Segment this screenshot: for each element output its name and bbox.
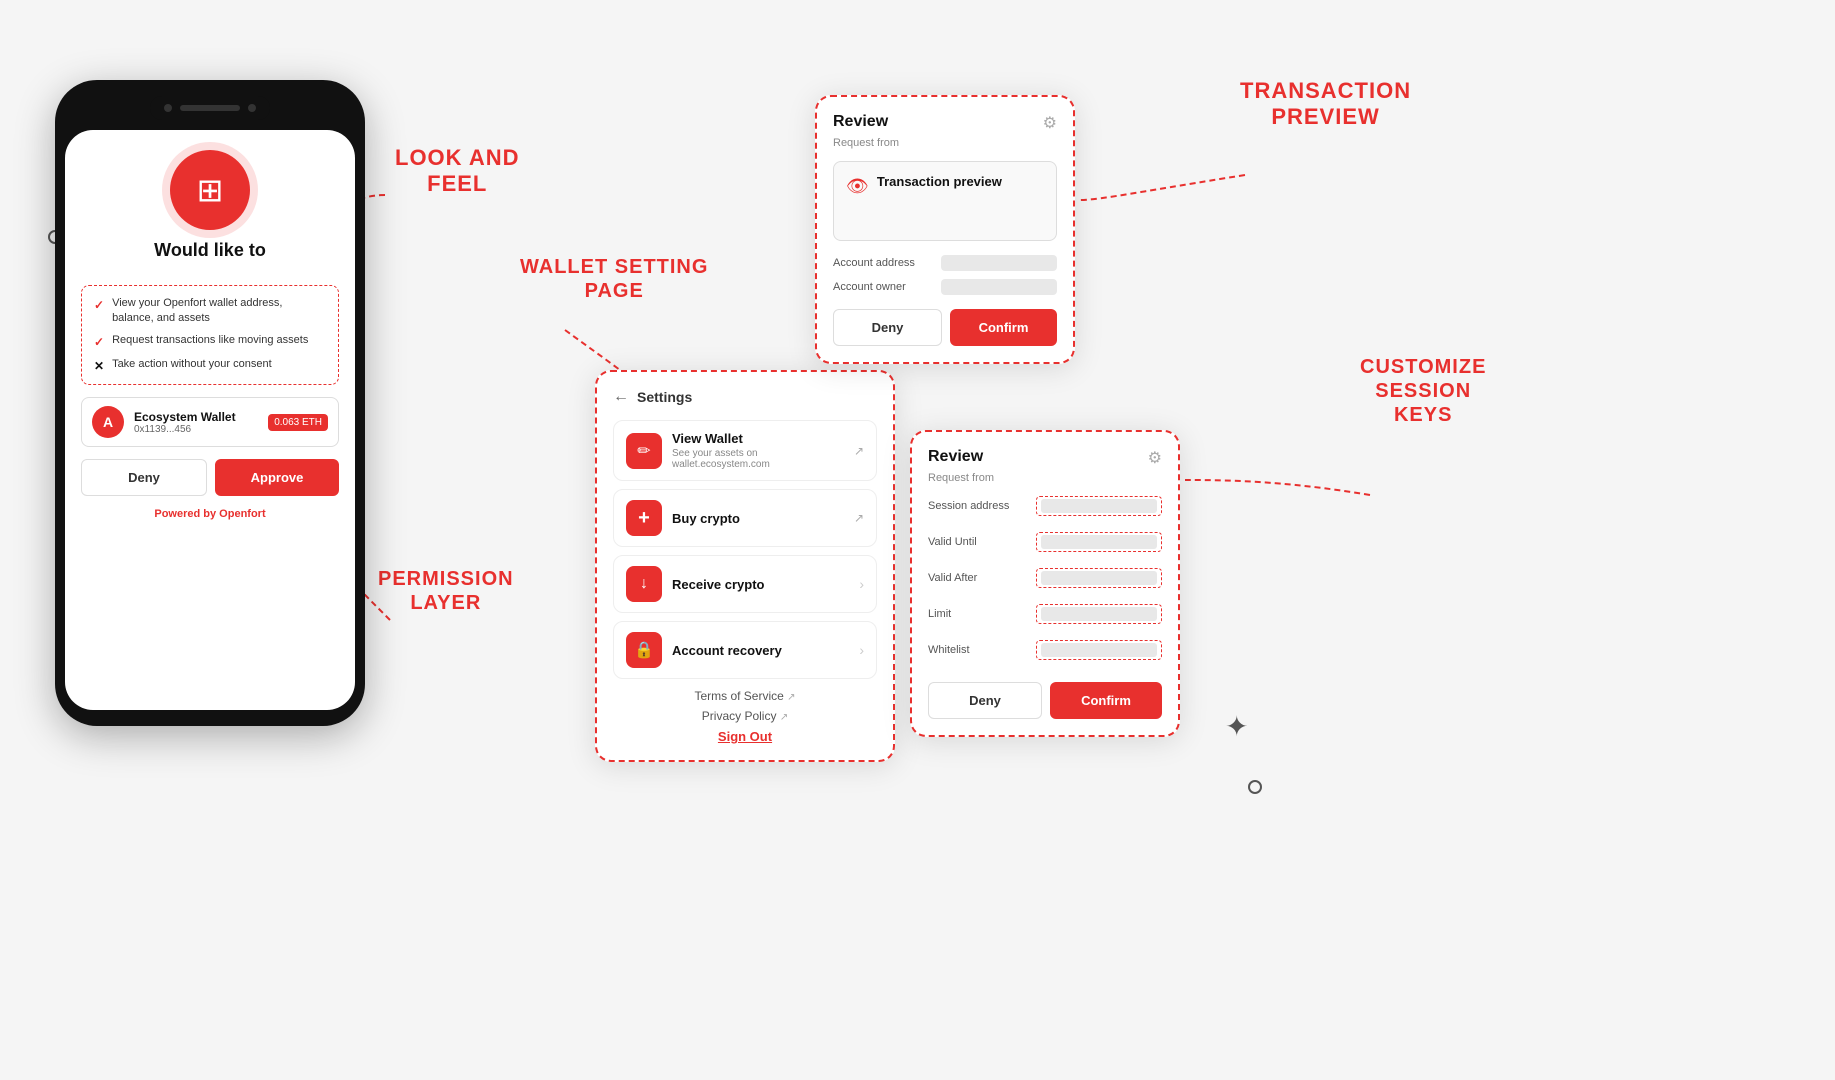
perm-item-1: ✓ View your Openfort wallet address, bal… <box>94 296 326 327</box>
tx-panel-sub: Request from <box>833 137 1057 149</box>
tx-field-value-2 <box>941 279 1057 295</box>
deco-circle-bottom-right <box>1248 780 1262 794</box>
sk-panel-sub: Request from <box>928 472 1162 484</box>
tx-panel-title: Review <box>833 113 888 131</box>
app-logo-circle: ⊞ <box>170 150 250 230</box>
phone-notch <box>150 96 270 120</box>
wallet-info: Ecosystem Wallet 0x1139...456 <box>134 410 258 435</box>
sk-field-label-5: Whitelist <box>928 644 1028 656</box>
tx-field-account-owner: Account owner <box>833 279 1057 295</box>
tx-field-value-1 <box>941 255 1057 271</box>
ws-label-view-wallet: View Wallet <box>672 431 844 446</box>
openfort-brand: Openfort <box>219 508 265 520</box>
tx-preview-content-box: 👁 Transaction preview <box>833 161 1057 241</box>
wallet-avatar: A <box>92 406 124 438</box>
ws-links-section: Terms of Service ↗ Privacy Policy ↗ Sign… <box>613 689 877 744</box>
app-logo-area: ⊞ Would like to <box>81 150 339 271</box>
tx-button-row: Deny Confirm <box>833 309 1057 346</box>
permission-title: Would like to <box>154 240 266 261</box>
sk-button-row: Deny Confirm <box>928 682 1162 719</box>
sk-field-whitelist: Whitelist <box>928 640 1162 660</box>
ws-item-buy-crypto[interactable]: + Buy crypto ↗ <box>613 489 877 547</box>
ws-back-arrow[interactable]: ← <box>613 388 629 406</box>
sk-field-label-3: Valid After <box>928 572 1028 584</box>
ws-item-view-wallet[interactable]: ✏ View Wallet See your assets on wallet.… <box>613 420 877 481</box>
wallet-name: Ecosystem Wallet <box>134 410 258 424</box>
ws-icon-view-wallet: ✏ <box>626 433 662 469</box>
ws-item-receive-crypto[interactable]: ↓ Receive crypto › <box>613 555 877 613</box>
perm-text-2: Request transactions like moving assets <box>112 333 308 348</box>
x-icon-3: ✕ <box>94 358 104 375</box>
tx-confirm-button[interactable]: Confirm <box>950 309 1057 346</box>
session-keys-panel: Review ⚙ Request from Session address Va… <box>910 430 1180 737</box>
sk-field-valid-after: Valid After <box>928 568 1162 588</box>
ws-item-account-recovery[interactable]: 🔒 Account recovery › <box>613 621 877 679</box>
tx-field-account-address: Account address <box>833 255 1057 271</box>
phone-screen: ⊞ Would like to ✓ View your Openfort wal… <box>65 130 355 710</box>
sk-field-label-1: Session address <box>928 500 1028 512</box>
sk-deny-button[interactable]: Deny <box>928 682 1042 719</box>
tx-preview-label: Transaction preview <box>877 174 1002 189</box>
label-look-and-feel: LOOK ANDFEEL <box>395 145 520 198</box>
sk-field-label-2: Valid Until <box>928 536 1028 548</box>
ws-sign-out-button[interactable]: Sign Out <box>613 729 877 744</box>
sk-confirm-button[interactable]: Confirm <box>1050 682 1162 719</box>
tx-eye-icon: 👁 <box>846 176 869 197</box>
wallet-balance-badge: 0.063 ETH <box>268 414 328 431</box>
permissions-box: ✓ View your Openfort wallet address, bal… <box>81 285 339 385</box>
ws-label-buy-crypto: Buy crypto <box>672 511 844 526</box>
perm-item-3: ✕ Take action without your consent <box>94 357 326 375</box>
ws-sub-view-wallet: See your assets on wallet.ecosystem.com <box>672 448 844 470</box>
ws-header: ← Settings <box>613 388 877 406</box>
ws-icon-buy-crypto: + <box>626 500 662 536</box>
wallet-address: 0x1139...456 <box>134 424 258 435</box>
label-session-keys: CUSTOMIZESESSIONKEYS <box>1360 355 1486 427</box>
ws-icon-account-recovery: 🔒 <box>626 632 662 668</box>
label-wallet-setting: WALLET SETTINGPAGE <box>520 255 708 303</box>
ws-privacy-link[interactable]: Privacy Policy ↗ <box>613 709 877 723</box>
phone-button-row: Deny Approve <box>81 459 339 496</box>
ws-arrow-receive-crypto: › <box>859 576 864 592</box>
check-icon-2: ✓ <box>94 334 104 351</box>
ws-ext-view-wallet: ↗ <box>854 444 864 458</box>
label-transaction-preview: TRANSACTIONPREVIEW <box>1240 78 1411 131</box>
perm-item-2: ✓ Request transactions like moving asset… <box>94 333 326 351</box>
sk-settings-icon[interactable]: ⚙ <box>1148 448 1162 468</box>
ws-terms-link[interactable]: Terms of Service ↗ <box>613 689 877 703</box>
phone-mockup: ⊞ Would like to ✓ View your Openfort wal… <box>55 80 365 726</box>
tx-deny-button[interactable]: Deny <box>833 309 942 346</box>
phone-approve-button[interactable]: Approve <box>215 459 339 496</box>
tx-preview-panel: Review ⚙ Request from 👁 Transaction prev… <box>815 95 1075 364</box>
tx-settings-icon[interactable]: ⚙ <box>1043 113 1057 133</box>
sk-field-session-address: Session address <box>928 496 1162 516</box>
ws-ext-buy-crypto: ↗ <box>854 511 864 525</box>
label-permission-layer: PERMISSIONLAYER <box>378 567 514 615</box>
deco-sparkle-bottom-right: ✦ <box>1225 710 1248 743</box>
phone-deny-button[interactable]: Deny <box>81 459 207 496</box>
tx-field-label-2: Account owner <box>833 281 933 293</box>
app-logo-icon: ⊞ <box>197 171 224 209</box>
ws-icon-receive-crypto: ↓ <box>626 566 662 602</box>
ws-label-account-recovery: Account recovery <box>672 643 849 658</box>
sk-panel-title: Review <box>928 448 983 466</box>
perm-text-3: Take action without your consent <box>112 357 272 372</box>
wallet-setting-panel: ← Settings ✏ View Wallet See your assets… <box>595 370 895 762</box>
check-icon-1: ✓ <box>94 297 104 314</box>
sk-field-valid-until: Valid Until <box>928 532 1162 552</box>
ws-settings-title: Settings <box>637 389 692 405</box>
sk-field-limit: Limit <box>928 604 1162 624</box>
perm-text-1: View your Openfort wallet address, balan… <box>112 296 326 327</box>
ws-item-content-view-wallet: View Wallet See your assets on wallet.ec… <box>672 431 844 470</box>
powered-by-text: Powered by Openfort <box>81 508 339 520</box>
ws-label-receive-crypto: Receive crypto <box>672 577 849 592</box>
tx-field-label-1: Account address <box>833 257 933 269</box>
ws-arrow-account-recovery: › <box>859 642 864 658</box>
sk-field-label-4: Limit <box>928 608 1028 620</box>
wallet-selector[interactable]: A Ecosystem Wallet 0x1139...456 0.063 ET… <box>81 397 339 447</box>
